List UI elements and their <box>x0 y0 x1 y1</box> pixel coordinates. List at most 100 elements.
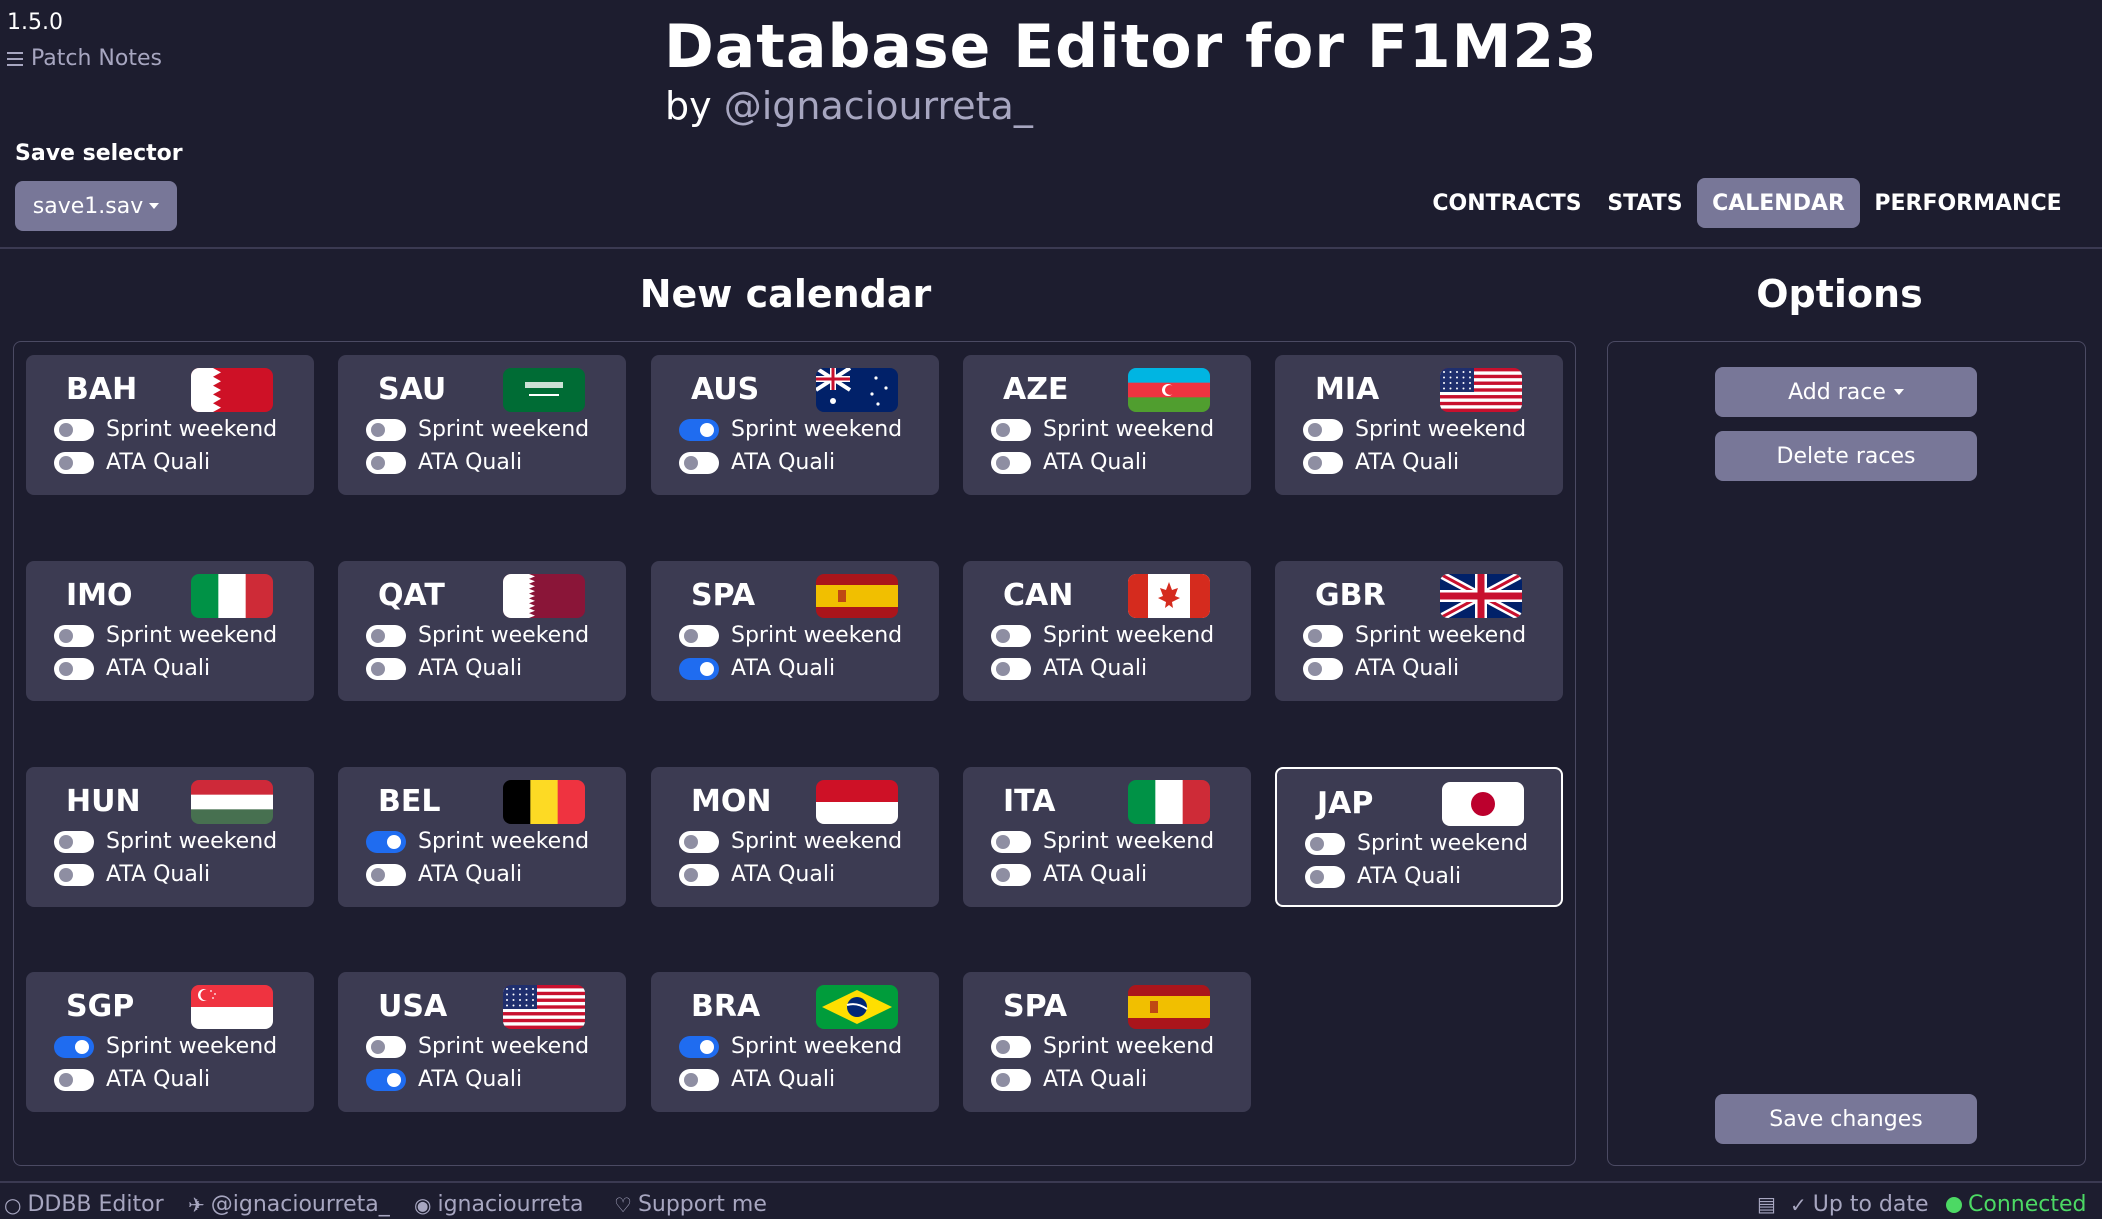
race-code: AZE <box>1003 372 1069 407</box>
save-selector-label: Save selector <box>15 141 183 166</box>
race-card[interactable]: GBR Sprint weekend ATA Quali <box>1275 561 1563 701</box>
race-card[interactable]: ITA Sprint weekend ATA Quali <box>963 767 1251 907</box>
save-changes-label: Save changes <box>1769 1106 1923 1132</box>
github-icon: ○ <box>4 1192 22 1217</box>
app-title: Database Editor for F1M23 <box>664 12 1598 82</box>
add-race-button[interactable]: Add race <box>1715 367 1977 417</box>
sprint-weekend-toggle[interactable] <box>366 624 406 647</box>
delete-races-button[interactable]: Delete races <box>1715 431 1977 481</box>
save-changes-button[interactable]: Save changes <box>1715 1094 1977 1144</box>
race-card[interactable]: IMO Sprint weekend ATA Quali <box>26 561 314 701</box>
sprint-weekend-toggle[interactable] <box>679 830 719 853</box>
sprint-weekend-toggle[interactable] <box>679 1035 719 1058</box>
delete-races-label: Delete races <box>1776 443 1916 469</box>
ata-quali-toggle[interactable] <box>679 1068 719 1091</box>
sprint-weekend-toggle[interactable] <box>991 624 1031 647</box>
sprint-weekend-toggle[interactable] <box>991 830 1031 853</box>
tab-contracts[interactable]: CONTRACTS <box>1422 178 1592 228</box>
race-card[interactable]: SGP Sprint weekend ATA Quali <box>26 972 314 1112</box>
race-code: BRA <box>691 989 761 1024</box>
sprint-weekend-label: Sprint weekend <box>731 829 903 854</box>
ata-quali-row: ATA Quali <box>991 450 1147 475</box>
ata-quali-toggle[interactable] <box>991 863 1031 886</box>
ata-quali-toggle[interactable] <box>679 657 719 680</box>
race-card[interactable]: SPA Sprint weekend ATA Quali <box>651 561 939 701</box>
ata-quali-toggle[interactable] <box>54 863 94 886</box>
japan-flag-icon <box>1442 782 1524 826</box>
ata-quali-toggle[interactable] <box>366 451 406 474</box>
race-card[interactable]: BEL Sprint weekend ATA Quali <box>338 767 626 907</box>
race-code: GBR <box>1315 578 1386 613</box>
sprint-weekend-label: Sprint weekend <box>418 417 590 442</box>
sprint-weekend-toggle[interactable] <box>366 418 406 441</box>
sprint-weekend-toggle[interactable] <box>991 418 1031 441</box>
sprint-weekend-label: Sprint weekend <box>418 829 590 854</box>
race-card[interactable]: JAP Sprint weekend ATA Quali <box>1275 767 1563 907</box>
race-card[interactable]: USA Sprint weekend ATA Quali <box>338 972 626 1112</box>
sprint-weekend-toggle[interactable] <box>54 624 94 647</box>
log-button[interactable]: ▤ <box>1757 1192 1776 1216</box>
sprint-weekend-toggle[interactable] <box>54 830 94 853</box>
race-card[interactable]: BAH Sprint weekend ATA Quali <box>26 355 314 495</box>
race-card[interactable]: MON Sprint weekend ATA Quali <box>651 767 939 907</box>
race-code: IMO <box>66 578 133 613</box>
calendar-title: New calendar <box>639 272 932 316</box>
race-card[interactable]: CAN Sprint weekend ATA Quali <box>963 561 1251 701</box>
race-card[interactable]: SPA Sprint weekend ATA Quali <box>963 972 1251 1112</box>
race-code: MIA <box>1315 372 1380 407</box>
ata-quali-toggle[interactable] <box>679 863 719 886</box>
tab-performance[interactable]: PERFORMANCE <box>1868 178 2068 228</box>
ata-quali-label: ATA Quali <box>731 656 836 681</box>
sprint-weekend-row: Sprint weekend <box>54 1034 277 1059</box>
ata-quali-row: ATA Quali <box>54 1067 210 1092</box>
race-card[interactable]: MIA Sprint weekend ATA Quali <box>1275 355 1563 495</box>
sprint-weekend-toggle[interactable] <box>54 1035 94 1058</box>
ata-quali-toggle[interactable] <box>54 451 94 474</box>
sprint-weekend-toggle[interactable] <box>1303 624 1343 647</box>
race-card[interactable]: AUS Sprint weekend ATA Quali <box>651 355 939 495</box>
race-card[interactable]: AZE Sprint weekend ATA Quali <box>963 355 1251 495</box>
sprint-weekend-toggle[interactable] <box>1305 832 1345 855</box>
twitter-link[interactable]: ✈ @ignaciourreta_ <box>188 1192 390 1217</box>
race-card[interactable]: HUN Sprint weekend ATA Quali <box>26 767 314 907</box>
patch-notes-link[interactable]: Patch Notes <box>7 46 162 71</box>
ata-quali-toggle[interactable] <box>991 657 1031 680</box>
ata-quali-toggle[interactable] <box>991 1068 1031 1091</box>
sprint-weekend-toggle[interactable] <box>991 1035 1031 1058</box>
sprint-weekend-toggle[interactable] <box>679 418 719 441</box>
ata-quali-toggle[interactable] <box>1303 657 1343 680</box>
sprint-weekend-toggle[interactable] <box>366 830 406 853</box>
ata-quali-toggle[interactable] <box>366 1068 406 1091</box>
ata-quali-toggle[interactable] <box>54 657 94 680</box>
update-status: ✓ Up to date <box>1790 1192 1929 1217</box>
github-link[interactable]: ◉ ignaciourreta <box>414 1192 583 1217</box>
ata-quali-toggle[interactable] <box>366 657 406 680</box>
sprint-weekend-toggle[interactable] <box>1303 418 1343 441</box>
sprint-weekend-label: Sprint weekend <box>1043 829 1215 854</box>
race-code: AUS <box>691 372 760 407</box>
race-card[interactable]: QAT Sprint weekend ATA Quali <box>338 561 626 701</box>
sprint-weekend-toggle[interactable] <box>679 624 719 647</box>
ata-quali-toggle[interactable] <box>54 1068 94 1091</box>
ata-quali-toggle[interactable] <box>366 863 406 886</box>
heart-icon: ♡ <box>614 1192 632 1217</box>
ata-quali-toggle[interactable] <box>1303 451 1343 474</box>
ata-quali-toggle[interactable] <box>679 451 719 474</box>
ata-quali-toggle[interactable] <box>1305 865 1345 888</box>
sprint-weekend-row: Sprint weekend <box>991 623 1214 648</box>
sprint-weekend-toggle[interactable] <box>366 1035 406 1058</box>
race-code: MON <box>691 784 772 819</box>
sprint-weekend-toggle[interactable] <box>54 418 94 441</box>
tab-stats[interactable]: STATS <box>1600 178 1690 228</box>
tab-calendar[interactable]: CALENDAR <box>1697 178 1860 228</box>
author-handle[interactable]: @ignaciourreta_ <box>724 84 1033 128</box>
ata-quali-toggle[interactable] <box>991 451 1031 474</box>
support-link[interactable]: ♡ Support me <box>614 1192 767 1217</box>
save-selector-dropdown[interactable]: save1.sav <box>15 181 177 231</box>
support-label: Support me <box>637 1192 767 1217</box>
sprint-weekend-label: Sprint weekend <box>1357 831 1529 856</box>
race-card[interactable]: SAU Sprint weekend ATA Quali <box>338 355 626 495</box>
repo-link[interactable]: ○ DDBB Editor <box>4 1192 164 1217</box>
ata-quali-label: ATA Quali <box>418 656 523 681</box>
race-card[interactable]: BRA Sprint weekend ATA Quali <box>651 972 939 1112</box>
